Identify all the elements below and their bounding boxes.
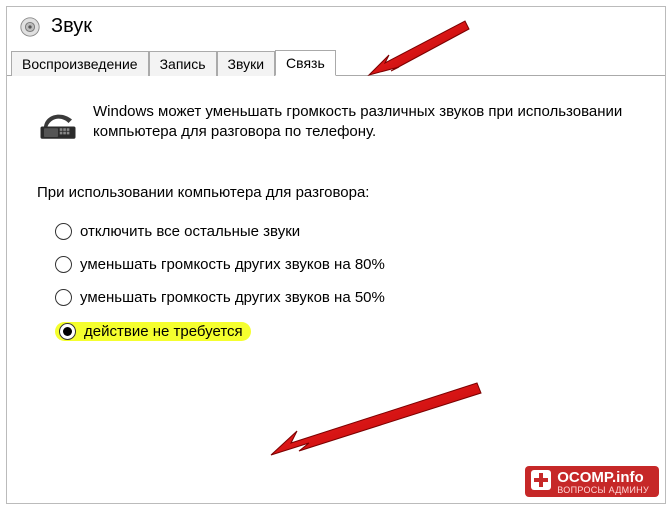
option-label: уменьшать громкость других звуков на 80%	[80, 256, 385, 273]
tab-sounds[interactable]: Звуки	[217, 51, 276, 76]
option-reduce-50[interactable]: уменьшать громкость других звуков на 50%	[55, 289, 645, 306]
sound-settings-window: Звук Воспроизведение Запись Звуки Связь …	[6, 6, 666, 504]
watermark-main: OCOMP.info	[557, 469, 643, 486]
tab-content-communications: Windows может уменьшать громкость различ…	[7, 76, 665, 367]
tab-playback[interactable]: Воспроизведение	[11, 51, 149, 76]
radio-icon	[59, 323, 76, 340]
option-do-nothing[interactable]: действие не требуется	[55, 322, 645, 341]
option-mute-all[interactable]: отключить все остальные звуки	[55, 223, 645, 240]
option-label: действие не требуется	[84, 323, 243, 340]
watermark-sub: ВОПРОСЫ АДМИНУ	[557, 486, 649, 495]
description-row: Windows может уменьшать громкость различ…	[37, 102, 645, 144]
annotation-arrow-option	[267, 377, 487, 467]
window-title: Звук	[51, 15, 92, 38]
radio-icon	[55, 289, 72, 306]
option-reduce-80[interactable]: уменьшать громкость других звуков на 80%	[55, 256, 645, 273]
phone-icon	[37, 102, 79, 144]
option-label: отключить все остальные звуки	[80, 223, 300, 240]
watermark: OCOMP.info ВОПРОСЫ АДМИНУ	[525, 466, 659, 497]
highlight-selected: действие не требуется	[55, 322, 251, 341]
options-heading: При использовании компьютера для разгово…	[37, 184, 645, 201]
option-label: уменьшать громкость других звуков на 50%	[80, 289, 385, 306]
description-text: Windows может уменьшать громкость различ…	[93, 102, 645, 143]
speaker-icon	[19, 16, 41, 38]
title-bar: Звук	[7, 7, 665, 48]
tab-strip: Воспроизведение Запись Звуки Связь	[7, 48, 665, 76]
tab-communications[interactable]: Связь	[275, 50, 336, 76]
tab-recording[interactable]: Запись	[149, 51, 217, 76]
plus-icon	[531, 470, 551, 490]
radio-icon	[55, 256, 72, 273]
radio-icon	[55, 223, 72, 240]
radio-group: отключить все остальные звуки уменьшать …	[55, 223, 645, 341]
